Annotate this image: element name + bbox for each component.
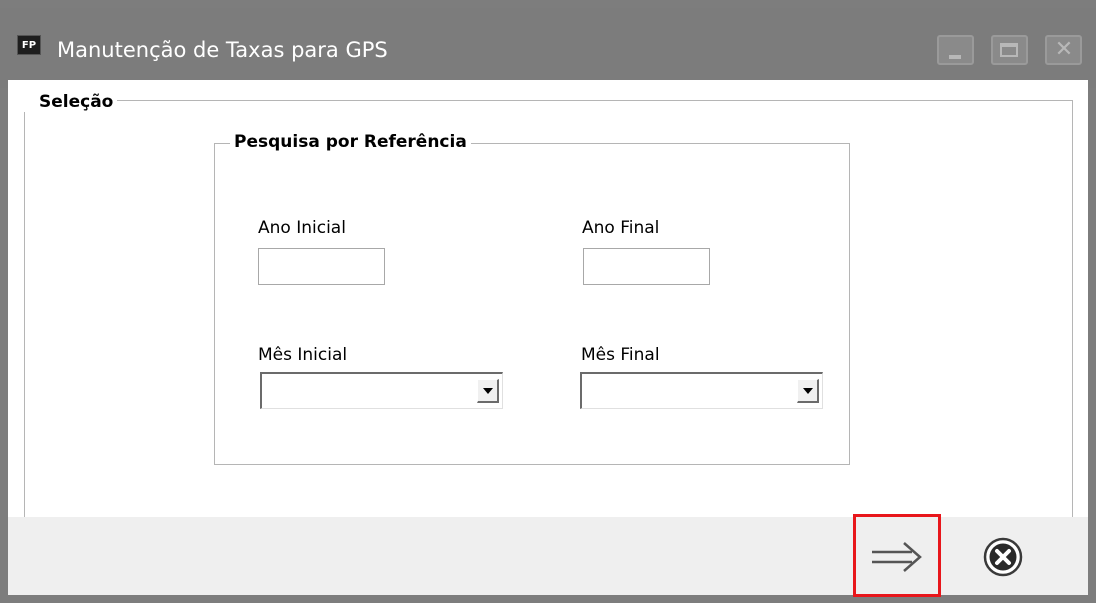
end-month-label: Mês Final	[581, 345, 660, 365]
minimize-icon	[949, 55, 961, 59]
client-area: Seleção Pesquisa por Referência Ano Inic…	[8, 80, 1088, 597]
close-window-button[interactable]: ✕	[1045, 35, 1082, 65]
reference-search-title: Pesquisa por Referência	[230, 132, 471, 152]
selection-group-title: Seleção	[24, 92, 118, 112]
maximize-icon	[1000, 43, 1018, 57]
maximize-button[interactable]	[991, 35, 1028, 65]
reference-search-group	[214, 143, 850, 465]
chevron-down-icon	[803, 388, 813, 394]
circle-x-icon	[983, 537, 1023, 577]
start-month-dropdown-button[interactable]	[477, 379, 499, 403]
start-month-select[interactable]	[260, 372, 503, 409]
app-icon: FP	[17, 35, 41, 55]
chevron-down-icon	[483, 388, 493, 394]
app-window: FP Manutenção de Taxas para GPS ✕ Seleçã…	[0, 0, 1096, 603]
proceed-button[interactable]	[853, 514, 941, 597]
end-year-label: Ano Final	[582, 218, 660, 238]
close-icon: ✕	[1054, 37, 1074, 62]
cancel-button[interactable]	[968, 526, 1038, 586]
window-title: Manutenção de Taxas para GPS	[57, 38, 388, 62]
title-bar[interactable]: FP Manutenção de Taxas para GPS ✕	[0, 8, 1096, 88]
double-arrow-right-icon	[872, 542, 922, 572]
start-year-input[interactable]	[258, 248, 385, 285]
end-month-select[interactable]	[580, 372, 823, 409]
end-month-dropdown-button[interactable]	[797, 379, 819, 403]
start-month-label: Mês Inicial	[258, 345, 348, 365]
minimize-button[interactable]	[937, 35, 974, 65]
end-year-input[interactable]	[583, 248, 710, 285]
start-year-label: Ano Inicial	[258, 218, 346, 238]
